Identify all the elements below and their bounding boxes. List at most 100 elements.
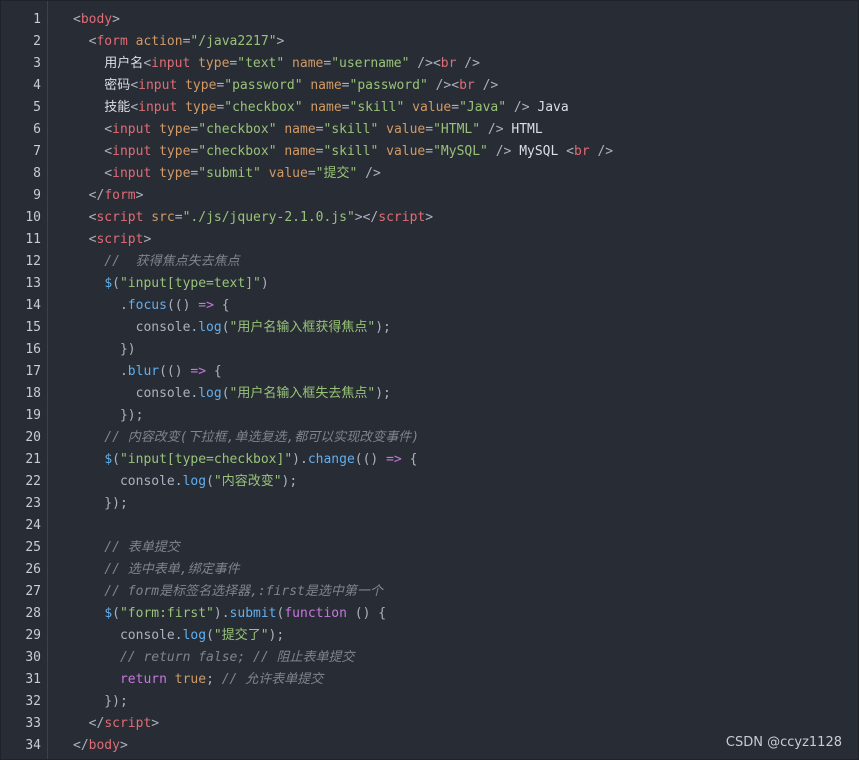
code-token: ); bbox=[268, 628, 285, 643]
code-token: value bbox=[268, 166, 308, 181]
code-line: }); bbox=[73, 493, 128, 515]
line-number: 19 bbox=[25, 408, 41, 423]
code-token: < bbox=[73, 166, 113, 181]
code-line: console.log("用户名输入框获得焦点"); bbox=[73, 317, 391, 339]
code-token: ( bbox=[206, 474, 214, 489]
code-token: ( bbox=[112, 276, 120, 291]
code-token: // 选中表单,绑定事件 bbox=[73, 562, 240, 577]
code-token: ></ bbox=[354, 210, 379, 225]
code-token: ) bbox=[260, 276, 269, 291]
code-area[interactable]: <body> <form action="/java2217"> 用户名<inp… bbox=[49, 1, 858, 759]
code-token: name bbox=[284, 122, 316, 137]
code-token: /> bbox=[474, 78, 499, 93]
line-number: 21 bbox=[25, 452, 41, 467]
code-token: body bbox=[80, 12, 113, 27]
code-token: console. bbox=[73, 320, 199, 335]
line-number: 11 bbox=[25, 232, 41, 247]
code-token: input bbox=[151, 56, 191, 71]
code-token: /> bbox=[357, 166, 381, 181]
code-token: "Java" bbox=[459, 100, 507, 115]
code-token: . bbox=[73, 364, 128, 379]
line-number: 26 bbox=[25, 562, 41, 577]
code-token: />< bbox=[427, 78, 460, 93]
code-token: < bbox=[73, 144, 113, 159]
code-token: "/java2217" bbox=[190, 34, 277, 49]
code-token: { bbox=[401, 452, 418, 467]
line-number: 5 bbox=[33, 100, 41, 115]
code-token: > bbox=[276, 34, 285, 49]
code-token: = bbox=[315, 122, 324, 137]
code-line: }); bbox=[73, 691, 128, 713]
code-token: </ bbox=[73, 188, 105, 203]
code-line: .blur(() => { bbox=[73, 361, 222, 383]
code-token: type bbox=[159, 122, 191, 137]
line-number: 4 bbox=[33, 78, 41, 93]
code-token: "skill" bbox=[323, 144, 379, 159]
code-line: .focus(() => { bbox=[73, 295, 230, 317]
code-token: input bbox=[138, 100, 178, 115]
code-token: ( bbox=[221, 320, 230, 335]
code-token: // 允许表单提交 bbox=[221, 672, 324, 687]
code-line: </script> bbox=[73, 713, 159, 735]
code-token: (() bbox=[159, 364, 191, 379]
code-line: }); bbox=[73, 405, 144, 427]
line-number: 2 bbox=[33, 34, 41, 49]
code-token: "提交了" bbox=[213, 628, 269, 643]
code-line: $("form:first").submit(function () { bbox=[73, 603, 386, 625]
code-token: }); bbox=[73, 408, 144, 423]
code-token: </ bbox=[73, 716, 105, 731]
code-token: name bbox=[310, 100, 342, 115]
code-token: = bbox=[341, 78, 350, 93]
code-token: input bbox=[112, 122, 152, 137]
code-token: . bbox=[73, 298, 128, 313]
code-token: type bbox=[185, 100, 217, 115]
code-token: $ bbox=[104, 452, 113, 467]
code-token: => bbox=[386, 452, 402, 467]
code-token: (() bbox=[166, 298, 199, 313]
code-token: "input[type=text]" bbox=[119, 276, 261, 291]
code-token: log bbox=[198, 386, 222, 401]
line-number: 12 bbox=[25, 254, 41, 269]
code-token: input bbox=[112, 166, 152, 181]
line-number: 6 bbox=[33, 122, 41, 137]
code-token: "checkbox" bbox=[198, 122, 277, 137]
code-token: return bbox=[119, 672, 167, 687]
code-token: "form:first" bbox=[119, 606, 214, 621]
code-token: "MySQL" bbox=[433, 144, 488, 159]
code-token: < bbox=[130, 78, 139, 93]
line-number: 7 bbox=[33, 144, 41, 159]
code-line: }) bbox=[73, 339, 136, 361]
code-token: /> bbox=[456, 56, 480, 71]
code-token: 密码 bbox=[73, 78, 131, 93]
line-number: 32 bbox=[25, 694, 41, 709]
code-token: "./js/jquery-2.1.0.js" bbox=[182, 210, 355, 225]
line-number: 27 bbox=[25, 584, 41, 599]
code-token: = bbox=[341, 100, 350, 115]
code-token: // form是标签名选择器,:first是选中第一个 bbox=[73, 584, 383, 599]
code-token: form bbox=[104, 188, 136, 203]
code-token: = bbox=[315, 144, 324, 159]
code-line: return true; // 允许表单提交 bbox=[73, 669, 323, 691]
code-token: body bbox=[88, 738, 120, 753]
code-token: ). bbox=[213, 606, 230, 621]
line-number: 29 bbox=[25, 628, 41, 643]
code-token: br bbox=[440, 56, 457, 71]
line-number: 22 bbox=[25, 474, 41, 489]
code-token: MySQL bbox=[519, 144, 567, 159]
code-token: /> bbox=[506, 100, 538, 115]
code-token: < bbox=[143, 56, 152, 71]
code-token: focus bbox=[127, 298, 167, 313]
code-token: "用户名输入框获得焦点" bbox=[229, 320, 376, 335]
code-token: < bbox=[73, 232, 97, 247]
code-token: ; bbox=[206, 672, 222, 687]
code-line: 密码<input type="password" name="password"… bbox=[73, 75, 498, 97]
